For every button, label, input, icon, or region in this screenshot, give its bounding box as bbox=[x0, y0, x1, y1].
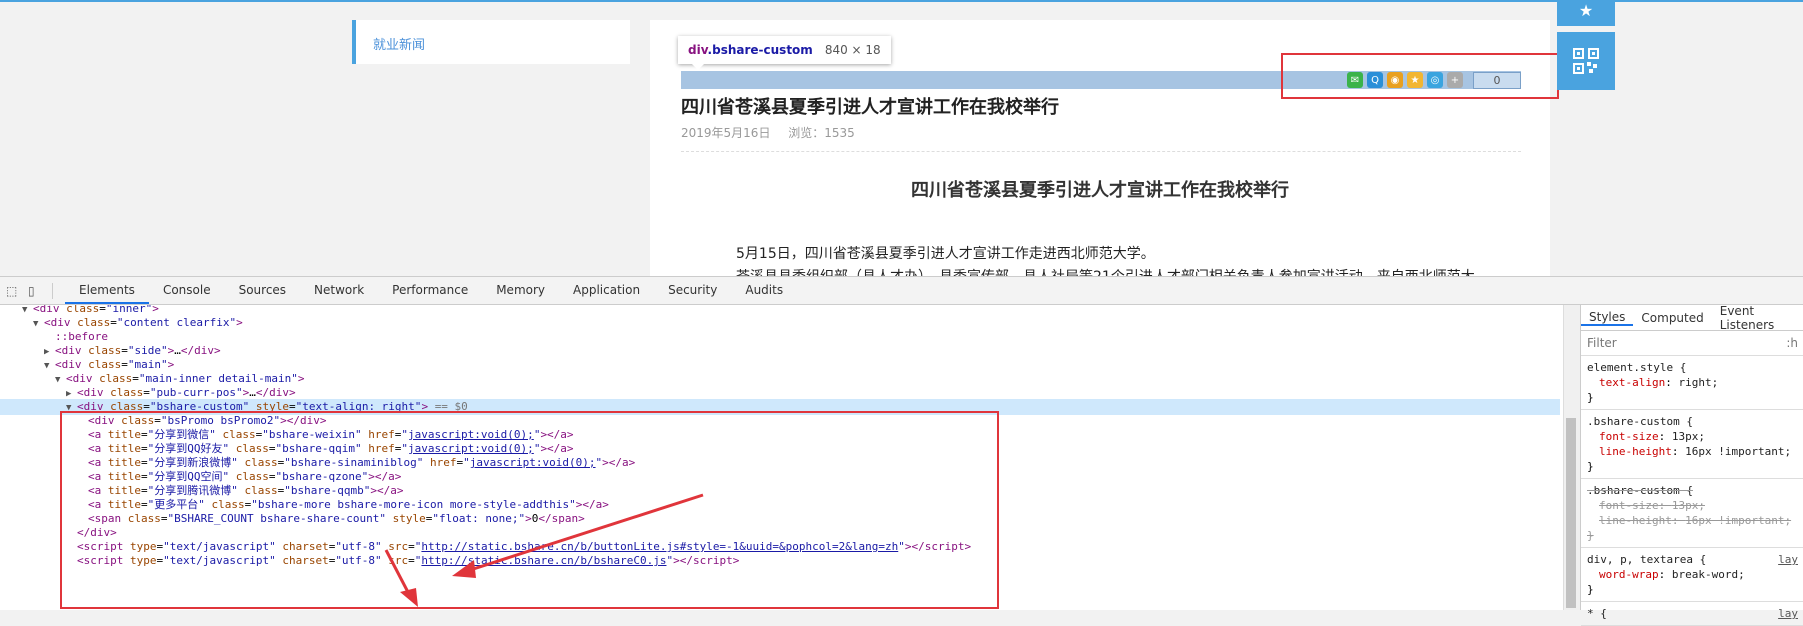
styles-tab-computed[interactable]: Computed bbox=[1633, 311, 1711, 325]
annotation-box-share bbox=[1281, 53, 1559, 99]
article-paragraph-1: 5月15日，四川省苍溪县夏季引进人才宣讲工作走进西北师范大学。 bbox=[736, 246, 1155, 262]
style-rule[interactable]: lay * { bbox=[1581, 602, 1803, 626]
style-rules: element.style {text-align: right;} .bshar… bbox=[1581, 356, 1803, 626]
hover-state-toggle[interactable]: :h bbox=[1786, 336, 1798, 350]
rule-close: } bbox=[1587, 583, 1594, 596]
styles-pane: Styles Computed Event Listeners Filter :h … bbox=[1580, 304, 1803, 626]
rule-selector: .bshare-custom { bbox=[1587, 484, 1693, 497]
article-views: 浏览：1535 bbox=[788, 126, 855, 140]
rule-source[interactable]: lay bbox=[1778, 552, 1798, 567]
rule-property[interactable]: line-height: 16px !important; bbox=[1587, 513, 1798, 528]
tab-console[interactable]: Console bbox=[149, 277, 225, 304]
rule-close: } bbox=[1587, 529, 1594, 542]
star-icon: ★ bbox=[1578, 1, 1594, 20]
rule-source[interactable]: lay bbox=[1778, 606, 1798, 621]
rule-selector: * { bbox=[1587, 607, 1607, 620]
tab-memory[interactable]: Memory bbox=[482, 277, 559, 304]
meta-divider bbox=[681, 151, 1521, 152]
rule-selector: element.style { bbox=[1587, 361, 1687, 374]
styles-tab-event-listeners[interactable]: Event Listeners bbox=[1712, 304, 1803, 332]
inspect-tooltip: div.bshare-custom 840 × 18 bbox=[678, 36, 891, 70]
rule-selector: div, p, textarea { bbox=[1587, 553, 1707, 566]
sidebar-active-indicator bbox=[352, 20, 356, 64]
article-date: 2019年5月16日 bbox=[681, 126, 771, 140]
qrcode-button[interactable] bbox=[1557, 32, 1615, 90]
toolbar-separator bbox=[52, 282, 53, 299]
annotation-box-code bbox=[60, 411, 999, 609]
rule-property[interactable]: word-wrap: break-word; bbox=[1587, 567, 1798, 582]
tab-audits[interactable]: Audits bbox=[731, 277, 797, 304]
rule-selector: .bshare-custom { bbox=[1587, 415, 1693, 428]
article-heading: 四川省苍溪县夏季引进人才宣讲工作在我校举行 bbox=[681, 97, 1059, 118]
styles-tab-styles[interactable]: Styles bbox=[1581, 310, 1634, 326]
tooltip-size: 840 × 18 bbox=[824, 43, 881, 57]
sidebar-item-label: 就业新闻 bbox=[373, 38, 426, 53]
tab-elements[interactable]: Elements bbox=[65, 277, 149, 304]
tooltip-class: .bshare-custom bbox=[707, 43, 813, 57]
inspect-icon[interactable]: ⬚ bbox=[6, 284, 22, 298]
top-accent-line bbox=[0, 0, 1803, 2]
article-paragraph-2: 苍溪县县委组织部（县人才办）、县委宣传部、县人社局等21个引进人才部门相关负责人… bbox=[736, 266, 1475, 276]
rule-property[interactable]: line-height: 16px !important; bbox=[1587, 444, 1798, 459]
back-to-top-button[interactable]: ★ bbox=[1557, 0, 1615, 26]
style-rule[interactable]: .bshare-custom {font-size: 13px; line-hei… bbox=[1581, 410, 1803, 479]
article-meta: 2019年5月16日 浏览：1535 bbox=[681, 124, 855, 141]
rule-close: } bbox=[1587, 460, 1594, 473]
devtools-tabs: Elements Console Sources Network Performance… bbox=[65, 277, 797, 304]
styles-filter[interactable]: Filter :h bbox=[1581, 331, 1803, 356]
styles-tabs: Styles Computed Event Listeners bbox=[1581, 304, 1803, 332]
filter-input[interactable]: Filter bbox=[1587, 336, 1617, 350]
style-rule[interactable]: element.style {text-align: right;} bbox=[1581, 356, 1803, 410]
style-rule[interactable]: .bshare-custom {font-size: 13px; line-hei… bbox=[1581, 479, 1803, 548]
devtools-toolbar: ⬚ ▯ Elements Console Sources Network Perform… bbox=[0, 277, 1803, 305]
article-title: 四川省苍溪县夏季引进人才宣讲工作在我校举行 bbox=[911, 180, 1289, 201]
tab-application[interactable]: Application bbox=[559, 277, 654, 304]
style-rule[interactable]: lay div, p, textarea {word-wrap: break-wo… bbox=[1581, 548, 1803, 602]
tab-performance[interactable]: Performance bbox=[378, 277, 482, 304]
webpage-viewport: 就业新闻 青 ✉Q◉★◎+ 0 div.bshare-custom 840 × … bbox=[0, 0, 1803, 276]
qrcode-icon bbox=[1573, 48, 1599, 74]
tab-network[interactable]: Network bbox=[300, 277, 378, 304]
rule-property[interactable]: font-size: 13px; bbox=[1587, 498, 1798, 513]
tooltip-tag: div bbox=[688, 43, 708, 57]
tab-sources[interactable]: Sources bbox=[225, 277, 300, 304]
rule-property[interactable]: text-align: right; bbox=[1587, 375, 1798, 390]
scrollbar-thumb[interactable] bbox=[1566, 418, 1576, 608]
device-toolbar-icon[interactable]: ▯ bbox=[28, 284, 44, 298]
rule-close: } bbox=[1587, 391, 1594, 404]
tab-security[interactable]: Security bbox=[654, 277, 731, 304]
rule-property[interactable]: font-size: 13px; bbox=[1587, 429, 1798, 444]
